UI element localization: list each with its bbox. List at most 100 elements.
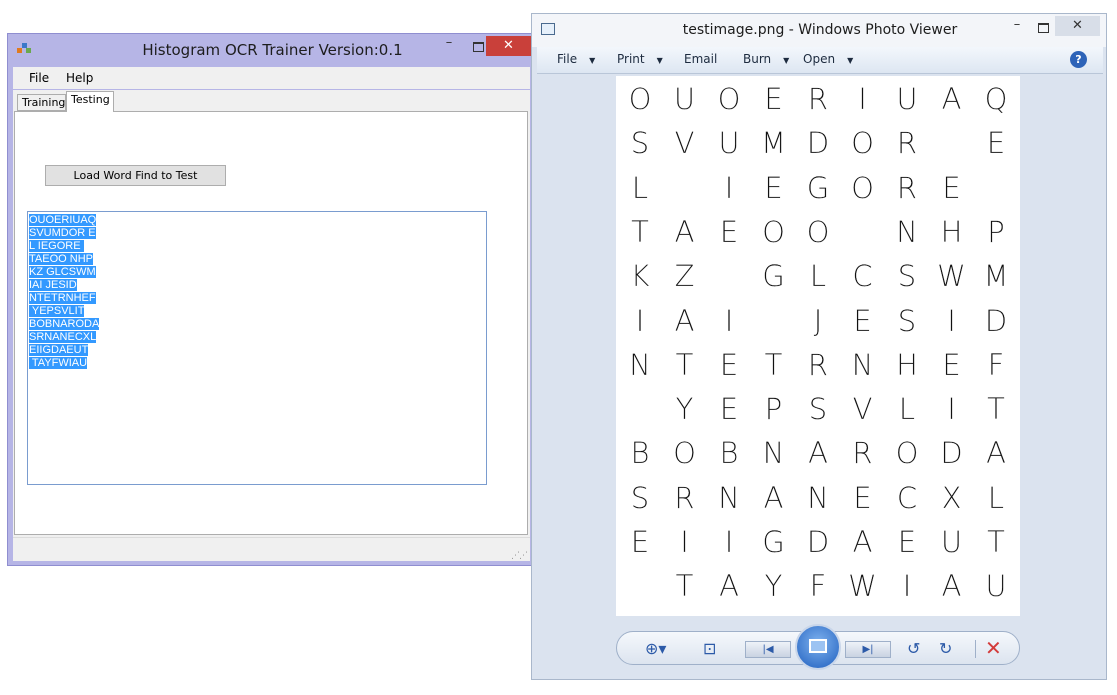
grid-letter: R [807, 347, 829, 382]
ocr-output-line: SRNANECXL [29, 331, 97, 343]
viewer-minimize-button[interactable]: – [1004, 17, 1030, 32]
grid-letter: Z [674, 259, 695, 294]
toolbar-burn-menu[interactable]: Burn ▼ [743, 52, 789, 66]
grid-letter: S [897, 303, 917, 338]
tab-training[interactable]: Training [17, 94, 66, 111]
grid-letter: S [897, 259, 917, 294]
grid-letter: U [940, 525, 963, 559]
grid-letter: A [941, 82, 962, 116]
grid-letter: R [807, 82, 829, 116]
grid-letter: R [674, 480, 695, 515]
grid-letter: R [896, 170, 918, 205]
grid-letter: P [764, 392, 783, 427]
grid-letter: R [896, 126, 918, 161]
ocr-title-bar[interactable]: Histogram OCR Trainer Version:0.1 – ✕ [8, 34, 535, 66]
ocr-output-line: L IEGORE [29, 240, 84, 252]
grid-letter: O [762, 214, 785, 249]
grid-row: IAIJESID [616, 303, 1020, 348]
rotate-left-icon[interactable]: ↺ [907, 639, 920, 658]
fit-icon[interactable]: ⊡ [703, 639, 716, 658]
menu-help[interactable]: Help [66, 71, 93, 85]
grid-letter: O [851, 126, 874, 161]
grid-row: KZ GLCSWM [616, 259, 1020, 303]
grid-letter: G [762, 259, 785, 294]
ocr-output-line: SVUMDOR E [29, 227, 96, 239]
grid-letter: H [940, 214, 963, 249]
maximize-icon [1038, 23, 1049, 33]
grid-letter: P [987, 214, 1005, 249]
ocr-output-line: KZ GLCSWM [29, 266, 96, 278]
grid-letter: E [942, 347, 961, 382]
grid-letter: B [630, 436, 650, 471]
grid-letter: I [635, 303, 645, 338]
grid-letter: G [762, 525, 785, 559]
viewer-maximize-button[interactable] [1030, 17, 1056, 37]
resize-grip-icon[interactable]: ⋰⋰ [511, 552, 528, 561]
grid-letter: L [898, 392, 916, 427]
ocr-output-line: IAI JESID [29, 279, 77, 291]
grid-letter: F [809, 569, 827, 604]
grid-letter: I [724, 170, 734, 205]
grid-letter: E [719, 392, 739, 427]
slideshow-icon[interactable] [795, 624, 841, 670]
grid-letter: L [631, 170, 649, 205]
menu-file[interactable]: File [29, 71, 49, 85]
tab-testing[interactable]: Testing [66, 91, 114, 112]
rotate-right-icon[interactable]: ↻ [939, 639, 952, 658]
grid-letter: A [719, 569, 739, 604]
grid-row: SRNANECXL [616, 481, 1020, 525]
grid-letter: U [673, 82, 696, 116]
grid-letter: S [630, 480, 650, 515]
testing-tab-panel: Load Word Find to Test OUOERIUAQ SVUMDOR… [14, 111, 528, 535]
help-icon[interactable]: ? [1070, 51, 1087, 68]
grid-letter: E [719, 347, 739, 382]
grid-letter: H [896, 347, 918, 382]
grid-letter: E [853, 303, 872, 338]
grid-letter: T [675, 569, 694, 604]
grid-letter: A [674, 303, 695, 338]
client-area: Training Testing Load Word Find to Test … [13, 90, 530, 561]
grid-letter: N [807, 480, 829, 515]
grid-letter: I [858, 82, 867, 116]
minimize-button[interactable]: – [434, 36, 464, 56]
grid-row: YEPSVLIT [616, 392, 1020, 436]
grid-letter: E [764, 170, 783, 205]
grid-letter: Y [764, 569, 783, 604]
ocr-output-line: NTETRNHEF [29, 292, 96, 304]
grid-letter: Y [675, 392, 694, 427]
delete-icon[interactable]: ✕ [985, 636, 1002, 660]
grid-letter: F [987, 347, 1005, 382]
viewer-close-button[interactable]: ✕ [1055, 16, 1100, 36]
grid-letter: O [673, 436, 696, 471]
grid-letter: D [984, 303, 1008, 338]
toolbar-print-menu[interactable]: Print ▼ [617, 52, 663, 66]
ocr-trainer-window: Histogram OCR Trainer Version:0.1 – ✕ Fi… [7, 33, 536, 566]
grid-row: LIEGORE [616, 170, 1020, 215]
load-word-find-button[interactable]: Load Word Find to Test [45, 165, 226, 186]
zoom-icon[interactable]: ⊕▾ [645, 639, 666, 658]
close-button[interactable]: ✕ [486, 36, 531, 56]
previous-icon[interactable]: |◀ [745, 641, 791, 658]
grid-letter: A [986, 436, 1006, 471]
ocr-output-textbox[interactable]: OUOERIUAQ SVUMDOR E L IEGORE TAEOO NHP K… [27, 211, 487, 485]
image-display-area: OUOERIUAQSVUMDORELIEGORETAEOONHPKZGLCSWM… [537, 74, 1103, 616]
toolbar-open-menu[interactable]: Open ▼ [803, 52, 853, 66]
ocr-output-line: YEPSVLIT [29, 305, 85, 317]
grid-letter: K [630, 259, 650, 294]
grid-letter: C [852, 259, 873, 294]
grid-row: NTETRNHEF [616, 348, 1020, 392]
grid-letter: E [897, 525, 917, 559]
toolbar-email-button[interactable]: Email [684, 52, 717, 66]
chevron-down-icon: ▼ [783, 56, 790, 65]
toolbar-file-menu[interactable]: File ▼ [557, 52, 595, 66]
grid-letter: A [808, 436, 828, 471]
grid-letter: A [852, 525, 873, 559]
grid-letter: D [940, 436, 963, 471]
word-search-image: OUOERIUAQSVUMDORELIEGORETAEOONHPKZGLCSWM… [616, 76, 1020, 616]
viewer-title-bar[interactable]: testimage.png - Windows Photo Viewer – ✕ [532, 14, 1106, 47]
grid-letter: O [628, 82, 652, 116]
grid-letter: I [680, 525, 689, 559]
ocr-output-line: TAYFWIAU [29, 357, 88, 369]
next-icon[interactable]: ▶| [845, 641, 891, 658]
grid-letter: I [902, 569, 912, 604]
